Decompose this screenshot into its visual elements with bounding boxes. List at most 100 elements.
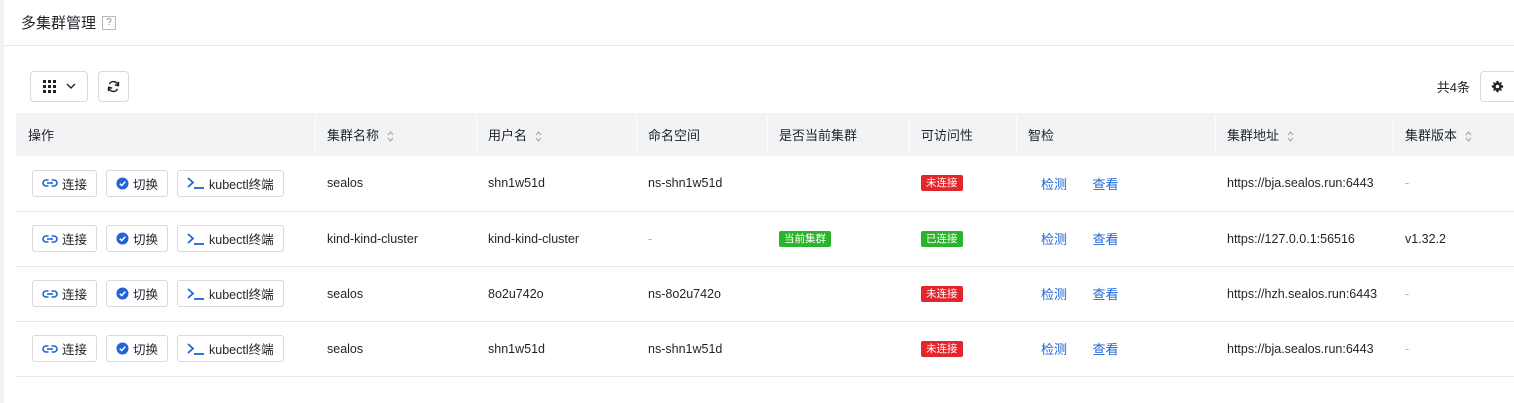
switch-button[interactable]: 切换 <box>106 169 169 197</box>
version-cell: - <box>1405 286 1410 301</box>
connect-button[interactable]: 连接 <box>32 280 98 307</box>
namespace-cell: ns-8o2u742o <box>648 286 721 301</box>
namespace-cell: ns-shn1w51d <box>648 176 723 191</box>
col-header-is-current: 是否当前集群 <box>767 113 909 156</box>
check-circle-icon <box>116 287 129 300</box>
column-settings-button[interactable] <box>1480 70 1514 102</box>
view-link[interactable]: 查看 <box>1093 342 1119 357</box>
col-header-inspection: 智检 <box>1016 113 1215 156</box>
actions-cell: 连接 切换 kubectl终端 <box>16 321 315 376</box>
address-cell: https://bja.sealos.run:6443 <box>1227 176 1374 191</box>
cluster-name-cell: kind-kind-cluster <box>327 231 419 246</box>
username-cell: kind-kind-cluster <box>488 231 580 246</box>
address-cell: https://hzh.sealos.run:6443 <box>1227 286 1378 301</box>
sort-icon[interactable] <box>535 131 542 142</box>
refresh-icon <box>107 80 120 92</box>
access-status-badge: 未连接 <box>921 340 963 357</box>
help-icon[interactable]: ? <box>102 15 117 30</box>
version-cell: - <box>1405 341 1410 356</box>
terminal-icon <box>187 342 205 355</box>
terminal-icon <box>187 232 205 245</box>
table-row: 连接 切换 kubectl终端 sealos 8o2u742o ns-8o2u7… <box>16 266 1514 321</box>
actions-cell: 连接 切换 kubectl终端 <box>16 266 315 321</box>
access-status-badge: 已连接 <box>921 230 963 247</box>
view-link[interactable]: 查看 <box>1093 287 1119 302</box>
toolbar: 共4条 <box>30 70 1514 102</box>
kubectl-terminal-button[interactable]: kubectl终端 <box>177 225 284 252</box>
inspection-cell: 检测 查看 <box>1016 156 1215 211</box>
col-header-namespace: 命名空间 <box>636 113 767 156</box>
cluster-name-cell: sealos <box>327 176 364 191</box>
sort-icon[interactable] <box>1465 131 1472 142</box>
username-cell: shn1w51d <box>488 176 545 191</box>
is-current-cell <box>767 266 909 321</box>
cluster-name-cell: sealos <box>327 341 364 356</box>
username-cell: shn1w51d <box>488 341 545 356</box>
username-cell: 8o2u742o <box>488 286 544 301</box>
terminal-label: kubectl终端 <box>209 343 274 357</box>
namespace-cell: - <box>648 231 653 246</box>
inspection-cell: 检测 查看 <box>1016 266 1215 321</box>
connect-label: 连接 <box>62 288 88 302</box>
table-row: 连接 切换 kubectl终端 sealos shn1w51d ns-shn1w… <box>16 156 1514 211</box>
check-link[interactable]: 检测 <box>1041 232 1067 247</box>
link-icon <box>42 289 58 298</box>
check-link[interactable]: 检测 <box>1041 287 1067 302</box>
check-circle-icon <box>116 232 129 245</box>
terminal-icon <box>187 287 205 300</box>
sort-icon[interactable] <box>387 131 394 142</box>
connect-button[interactable]: 连接 <box>32 225 98 252</box>
refresh-button[interactable] <box>98 70 129 102</box>
col-header-address[interactable]: 集群地址 <box>1215 113 1393 156</box>
actions-cell: 连接 切换 kubectl终端 <box>16 211 315 266</box>
kubectl-terminal-button[interactable]: kubectl终端 <box>177 169 284 197</box>
connect-button[interactable]: 连接 <box>32 335 98 362</box>
link-icon <box>42 179 58 188</box>
actions-cell: 连接 切换 kubectl终端 <box>16 156 315 211</box>
view-link[interactable]: 查看 <box>1093 232 1119 247</box>
table-row: 连接 切换 kubectl终端 sealos shn1w51d ns-shn1w… <box>16 321 1514 376</box>
access-status-badge: 未连接 <box>921 175 963 192</box>
page-header: 多集群管理 ? <box>4 0 1514 46</box>
col-header-username[interactable]: 用户名 <box>476 113 636 156</box>
check-link[interactable]: 检测 <box>1041 177 1067 192</box>
switch-button[interactable]: 切换 <box>106 280 169 307</box>
is-current-cell: 当前集群 <box>767 211 909 266</box>
table-row: 连接 切换 kubectl终端 kind-kind-cluster kind-k… <box>16 211 1514 266</box>
col-header-version[interactable]: 集群版本 <box>1393 113 1514 156</box>
kubectl-terminal-button[interactable]: kubectl终端 <box>177 335 284 362</box>
switch-label: 切换 <box>133 177 159 192</box>
current-cluster-badge: 当前集群 <box>779 230 831 247</box>
total-count: 共4条 <box>1436 79 1470 95</box>
col-header-actions: 操作 <box>28 128 55 143</box>
sort-icon[interactable] <box>1287 131 1294 142</box>
switch-button[interactable]: 切换 <box>106 335 169 362</box>
kubectl-terminal-button[interactable]: kubectl终端 <box>177 280 284 307</box>
col-header-cluster-name[interactable]: 集群名称 <box>315 113 476 156</box>
terminal-label: kubectl终端 <box>209 288 274 302</box>
chevron-down-icon <box>66 83 75 89</box>
is-current-cell <box>767 156 909 211</box>
link-icon <box>42 344 58 353</box>
namespace-cell: ns-shn1w51d <box>648 341 723 356</box>
check-circle-icon <box>116 177 129 190</box>
check-link[interactable]: 检测 <box>1041 342 1067 357</box>
table-body: 连接 切换 kubectl终端 sealos shn1w51d ns-shn1w… <box>16 156 1514 376</box>
terminal-icon <box>187 177 205 190</box>
cluster-table: 操作 集群名称 用户名 命名空间 是否当前集群 可访问性 智检 集群地址 集群版… <box>16 113 1514 377</box>
multi-cluster-page: 多集群管理 ? 共4条 操作 集群名称 用户名 命名空间 是否当前集群 可访问性… <box>4 0 1514 403</box>
terminal-label: kubectl终端 <box>209 177 274 192</box>
view-link[interactable]: 查看 <box>1093 177 1119 192</box>
cluster-name-cell: sealos <box>327 286 364 301</box>
view-mode-dropdown[interactable] <box>30 70 88 102</box>
connect-button[interactable]: 连接 <box>32 169 98 197</box>
gear-icon <box>1491 80 1504 92</box>
connect-label: 连接 <box>62 343 88 357</box>
check-circle-icon <box>116 342 129 355</box>
page-title: 多集群管理 <box>21 15 97 32</box>
link-icon <box>42 234 58 243</box>
switch-button[interactable]: 切换 <box>106 225 169 252</box>
switch-label: 切换 <box>133 288 159 302</box>
inspection-cell: 检测 查看 <box>1016 321 1215 376</box>
col-header-accessibility: 可访问性 <box>909 113 1016 156</box>
